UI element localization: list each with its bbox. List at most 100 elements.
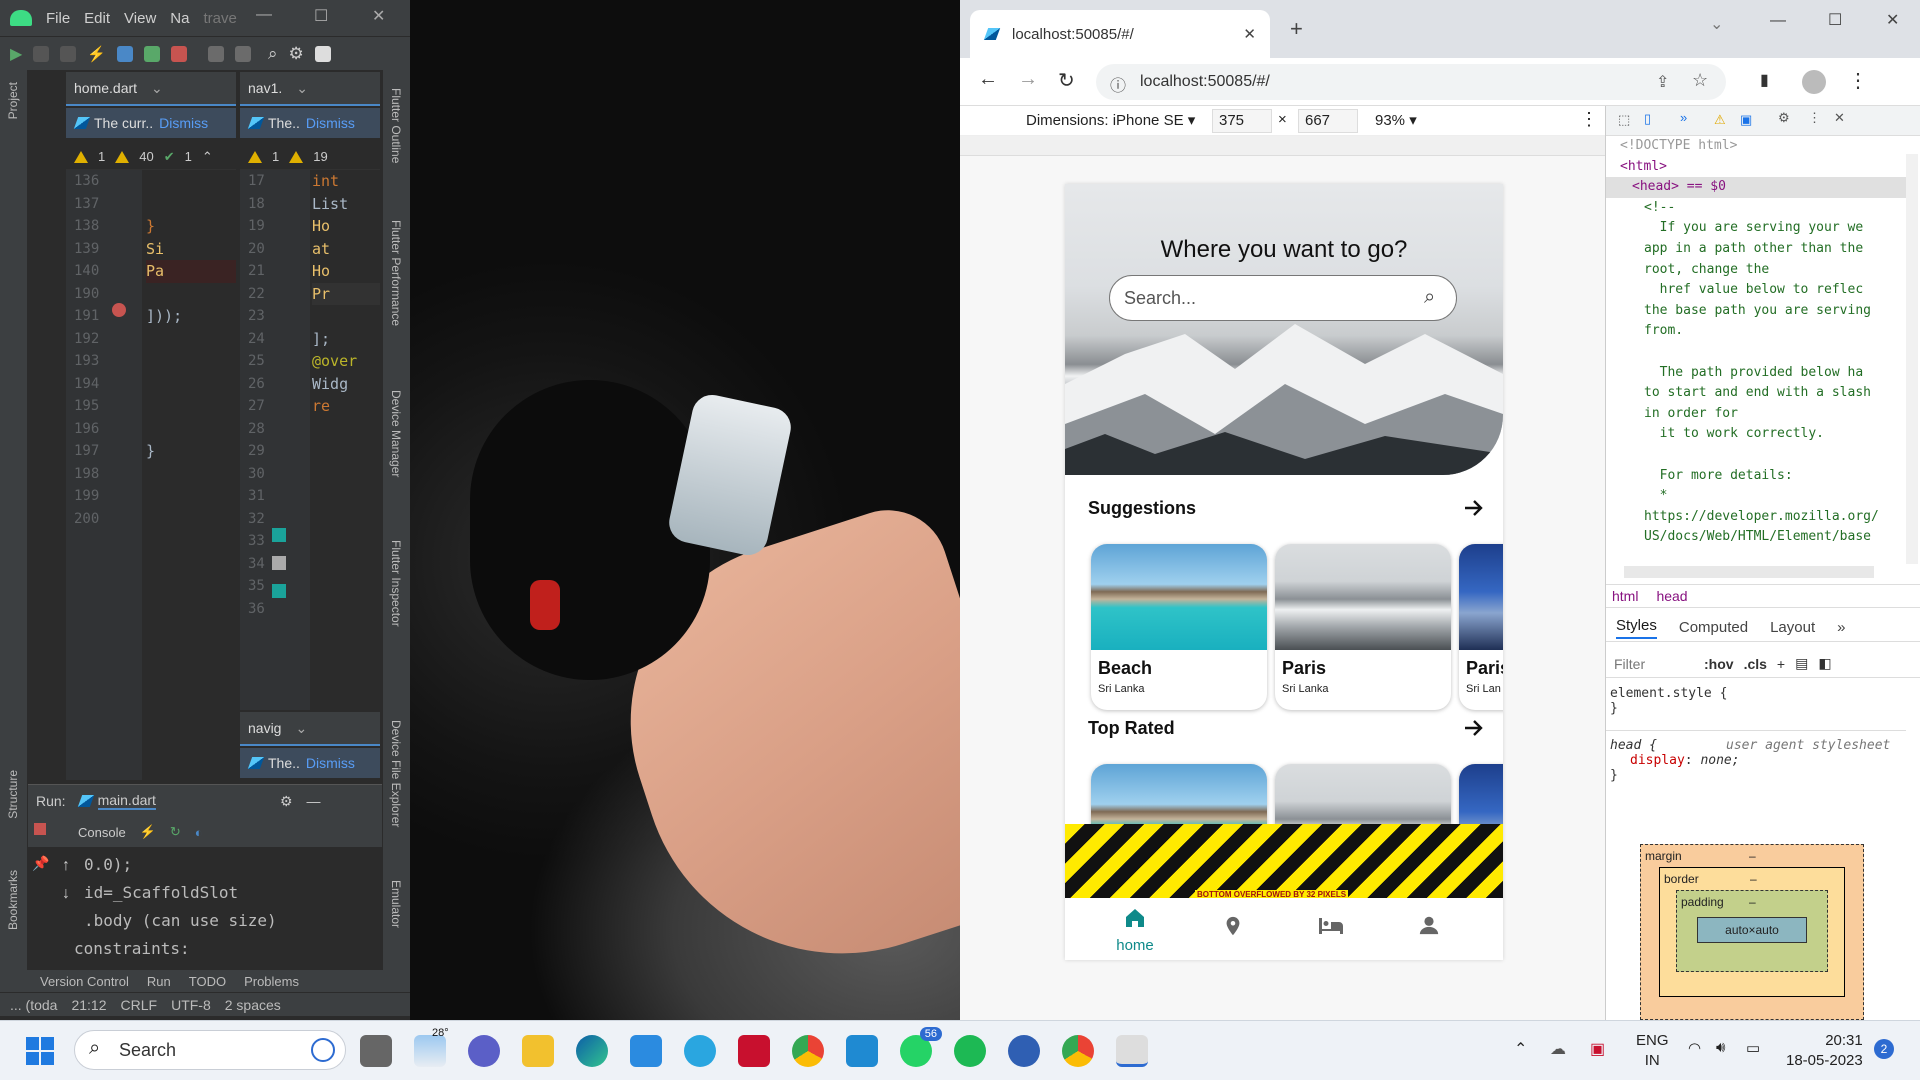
tab-layout[interactable]: Layout: [1770, 619, 1815, 636]
tray-overflow-icon[interactable]: ⌃: [1514, 1039, 1527, 1059]
device-toggle-icon[interactable]: ▯: [1644, 111, 1651, 127]
suggestion-card[interactable]: Beach Sri Lanka: [1091, 544, 1267, 710]
horizontal-scrollbar[interactable]: [1624, 566, 1874, 578]
settings-icon[interactable]: ⚙: [289, 44, 304, 64]
reload-icon[interactable]: ↻: [1058, 68, 1075, 93]
stop-icon[interactable]: [34, 823, 46, 835]
filter-input[interactable]: Filter: [1614, 656, 1694, 672]
elements-scrollbar[interactable]: [1906, 154, 1918, 564]
device-file-explorer-tab[interactable]: Device File Explorer: [389, 720, 403, 827]
class-toggle[interactable]: .cls: [1744, 656, 1767, 672]
editor-tab-navig[interactable]: navig ⌄: [240, 712, 380, 746]
issues-icon[interactable]: ▣: [1740, 112, 1752, 128]
profile-icon[interactable]: [60, 45, 77, 62]
element-style-rule[interactable]: element.style { }: [1610, 686, 1727, 716]
warning-icon[interactable]: ⚠: [1714, 112, 1726, 128]
paint-icon[interactable]: ▤: [1795, 655, 1808, 672]
word-icon[interactable]: [1008, 1035, 1040, 1067]
hover-state-toggle[interactable]: :hov: [1704, 656, 1734, 672]
box-model-border[interactable]: border – padding – auto×auto: [1659, 867, 1845, 997]
language-indicator[interactable]: ENG IN: [1636, 1031, 1669, 1071]
forward-icon[interactable]: →: [1018, 68, 1038, 91]
close-tab-icon[interactable]: ✕: [1243, 25, 1256, 43]
code-editor-right[interactable]: int List Ho at Ho Pr]; @over Widg re: [312, 170, 380, 710]
device-height-input[interactable]: 667: [1298, 109, 1358, 133]
hot-restart-icon[interactable]: ↻: [170, 824, 181, 840]
box-model-margin[interactable]: margin – border – padding – auto×auto: [1640, 844, 1864, 1020]
attach-debugger-icon[interactable]: [144, 45, 160, 62]
stop-icon[interactable]: [171, 45, 187, 62]
site-info-icon[interactable]: ⓘ: [1110, 72, 1126, 96]
new-rule-icon[interactable]: +: [1777, 656, 1785, 672]
weather-icon[interactable]: 28°: [414, 1027, 449, 1067]
maximize-icon[interactable]: ☐: [314, 6, 328, 26]
more-panels-icon[interactable]: »: [1680, 110, 1687, 125]
device-manager-tab[interactable]: Device Manager: [389, 390, 403, 477]
browser-tab[interactable]: localhost:50085/#/ ✕: [970, 10, 1270, 58]
settings-icon[interactable]: ⚙: [280, 793, 293, 810]
battery-icon[interactable]: ▭: [1746, 1039, 1760, 1057]
edge-icon[interactable]: [576, 1035, 608, 1067]
emulator-tab[interactable]: Emulator: [389, 880, 403, 928]
dismiss-link[interactable]: Dismiss: [159, 115, 208, 131]
head-style-rule[interactable]: head {user agent stylesheet display: non…: [1610, 738, 1900, 783]
chevron-down-icon[interactable]: ⌄: [295, 720, 307, 737]
devtools-icon[interactable]: ◐: [195, 825, 203, 840]
search-icon[interactable]: ⌕: [268, 44, 278, 64]
whatsapp-icon[interactable]: 56: [900, 1027, 942, 1067]
maximize-icon[interactable]: ☐: [1828, 10, 1842, 30]
store-icon[interactable]: [630, 1035, 662, 1067]
nav-profile[interactable]: [1399, 914, 1459, 941]
elements-tree[interactable]: <!DOCTYPE html> <html> <head> == $0 <!--…: [1606, 136, 1906, 556]
sdk-manager-icon[interactable]: [235, 45, 251, 62]
debug-icon[interactable]: [33, 45, 50, 62]
line-separator[interactable]: CRLF: [121, 997, 158, 1013]
up-arrow-icon[interactable]: ⌃: [202, 149, 213, 165]
flutter-outline-tab[interactable]: Flutter Outline: [389, 88, 403, 163]
box-model-padding[interactable]: padding – auto×auto: [1676, 890, 1828, 972]
bookmarks-tool-tab[interactable]: Bookmarks: [6, 870, 20, 930]
crumb-html[interactable]: html: [1612, 588, 1638, 604]
run-config-tab[interactable]: main.dart: [97, 792, 156, 810]
padding-top-value[interactable]: –: [1749, 895, 1756, 909]
devtools-settings-icon[interactable]: ⚙: [1778, 110, 1790, 126]
clock[interactable]: 20:31 18-05-2023: [1786, 1031, 1863, 1071]
zoom-select[interactable]: 93% ▾: [1375, 111, 1417, 129]
taskbar-search[interactable]: ⌕ Search: [74, 1030, 346, 1070]
dismiss-link[interactable]: Dismiss: [306, 115, 355, 131]
hot-restart-icon[interactable]: [117, 45, 133, 62]
inspect-element-icon[interactable]: ⬚: [1618, 112, 1630, 128]
side-panel-icon[interactable]: ▮: [1760, 70, 1769, 90]
teams-icon[interactable]: [468, 1035, 500, 1067]
android-studio-task-icon[interactable]: [1116, 1035, 1148, 1067]
tab-computed[interactable]: Computed: [1679, 619, 1748, 636]
more-tabs-icon[interactable]: »: [1837, 619, 1845, 636]
chevron-down-icon[interactable]: ⌄: [296, 80, 308, 97]
more-menu-icon[interactable]: ⋮: [1848, 68, 1868, 93]
nav-hotel[interactable]: [1301, 914, 1361, 941]
new-tab-icon[interactable]: +: [1290, 16, 1303, 42]
crumb-head[interactable]: head: [1656, 588, 1687, 604]
flutter-inspector-tab[interactable]: Flutter Inspector: [389, 540, 403, 627]
nav-location[interactable]: [1203, 914, 1263, 943]
task-view-icon[interactable]: [360, 1035, 392, 1067]
vscode-icon[interactable]: [846, 1035, 878, 1067]
dismiss-link[interactable]: Dismiss: [306, 755, 355, 771]
close-icon[interactable]: ✕: [372, 6, 385, 26]
tab-search-icon[interactable]: ⌄: [1710, 14, 1723, 34]
breakpoint-icon[interactable]: [112, 303, 126, 317]
menu-file[interactable]: File: [46, 10, 70, 27]
wifi-icon[interactable]: ◠: [1688, 1039, 1701, 1057]
inspection-widget-right[interactable]: 1 19: [240, 144, 380, 170]
version-control-tab[interactable]: Version Control: [40, 974, 129, 989]
run-icon[interactable]: ▶: [10, 44, 22, 64]
file-explorer-icon[interactable]: [522, 1035, 554, 1067]
devtools-menu-icon[interactable]: ⋮: [1808, 110, 1821, 126]
onedrive-icon[interactable]: ☁: [1550, 1039, 1566, 1059]
tab-styles[interactable]: Styles: [1616, 617, 1657, 639]
chevron-down-icon[interactable]: ⌄: [151, 80, 163, 97]
chrome-icon[interactable]: [792, 1035, 824, 1067]
back-icon[interactable]: ←: [978, 68, 998, 91]
code-editor-left[interactable]: } Si Pa])); }: [146, 170, 236, 780]
nav-home[interactable]: home: [1105, 906, 1165, 954]
